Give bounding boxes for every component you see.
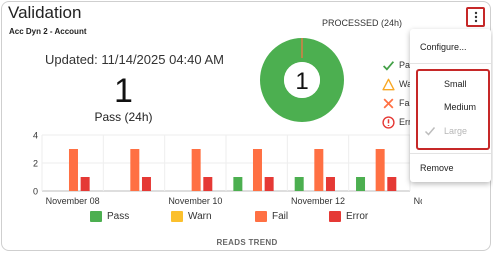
bar-fail: [314, 149, 324, 191]
bar-fail: [191, 149, 201, 191]
bar-error: [141, 177, 151, 191]
widget-menu-dropdown: Configure... Small Medium Large Remove: [410, 29, 491, 182]
bar-pass: [233, 177, 243, 191]
menu-divider: [410, 153, 491, 154]
y-tick-label: 4: [33, 131, 38, 141]
size-options-group: Small Medium Large: [416, 69, 490, 150]
updated-timestamp: Updated: 11/14/2025 04:40 AM: [45, 52, 225, 67]
chart-legend-error-label: Error: [346, 210, 369, 222]
reads-trend-label: READS TREND: [216, 238, 278, 247]
pass-count: 1: [114, 72, 133, 110]
pass-count-label: Pass (24h): [94, 110, 153, 124]
x-tick-label: November 08: [46, 196, 100, 206]
processed-donut: 1: [260, 38, 344, 122]
chart-legend-warn-label: Warn: [188, 210, 212, 222]
bar-pass: [294, 177, 304, 191]
bar-error: [325, 177, 335, 191]
pass-swatch: [90, 210, 102, 222]
fail-swatch: [255, 210, 267, 222]
chart-legend-fail-label: Fail: [272, 210, 289, 222]
warn-swatch: [171, 210, 183, 222]
bar-fail: [252, 149, 262, 191]
widget-menu-button[interactable]: [466, 7, 485, 27]
menu-size-small[interactable]: Small: [444, 79, 486, 89]
widget-subtitle: Acc Dyn 2 - Account: [9, 27, 87, 36]
chart-legend-pass: Pass: [90, 209, 129, 223]
bar-pass: [356, 177, 366, 191]
check-icon: [383, 60, 395, 71]
bar-fail: [68, 149, 78, 191]
menu-divider: [410, 63, 491, 64]
menu-size-medium[interactable]: Medium: [444, 102, 486, 112]
chart-legend-pass-label: Pass: [107, 210, 130, 222]
chart-legend-error: Error: [329, 209, 368, 223]
x-tick-label: November 12: [291, 196, 345, 206]
bar-error: [80, 177, 90, 191]
chart-legend-warn: Warn: [171, 209, 212, 223]
bar-error: [203, 177, 213, 191]
reads-trend-chart: 0 2 4 November 08 November 10 November 12 Nove…: [33, 131, 422, 207]
menu-configure[interactable]: Configure...: [420, 42, 488, 52]
widget-title: Validation: [8, 3, 82, 22]
close-x-icon: [383, 98, 394, 108]
warning-triangle-icon: [382, 78, 395, 90]
error-swatch: [329, 210, 341, 222]
donut-value: 1: [295, 68, 308, 95]
processed-title: PROCESSED (24h): [322, 18, 403, 28]
bar-error: [264, 177, 274, 191]
menu-remove[interactable]: Remove: [420, 163, 488, 173]
error-circle-icon: [382, 115, 395, 129]
bar-fail: [375, 149, 385, 191]
bar-error: [387, 177, 397, 191]
x-tick-label: November 10: [168, 196, 222, 206]
y-tick-label: 2: [33, 159, 38, 169]
menu-size-large: Large: [444, 126, 468, 136]
check-icon: [424, 127, 436, 136]
chart-legend-fail: Fail: [255, 209, 288, 223]
kebab-menu-icon: [474, 11, 477, 23]
bar-fail: [130, 149, 140, 191]
legend-fail: Fail: [382, 96, 414, 110]
x-tick-label: November 14: [414, 196, 422, 206]
y-tick-label: 0: [33, 187, 38, 197]
